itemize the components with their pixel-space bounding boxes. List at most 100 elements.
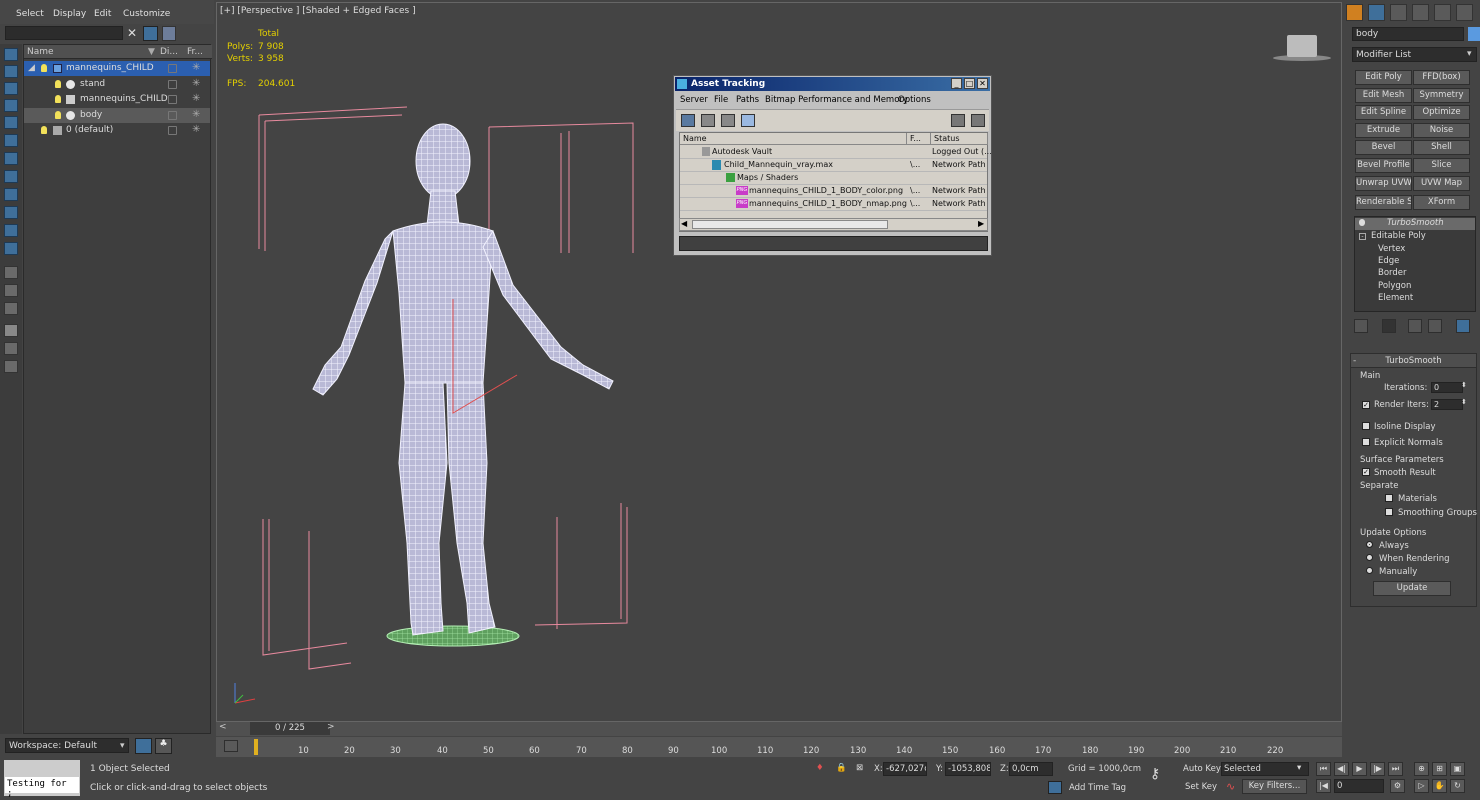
configure-sets-icon[interactable] bbox=[1456, 319, 1470, 333]
scroll-thumb[interactable] bbox=[692, 220, 888, 229]
add-time-tag[interactable]: Add Time Tag bbox=[1069, 783, 1126, 793]
shell-button[interactable]: Shell bbox=[1413, 140, 1470, 155]
menu-edit[interactable]: Edit bbox=[94, 9, 111, 19]
tree-row[interactable]: mannequins_CHILD ✳ bbox=[24, 92, 210, 107]
symmetry-button[interactable]: Symmetry bbox=[1413, 88, 1470, 103]
current-frame-field[interactable]: 0 bbox=[1334, 779, 1384, 793]
manually-radio[interactable] bbox=[1366, 567, 1373, 574]
update-button[interactable]: Update bbox=[1373, 581, 1451, 596]
scene-search-input[interactable] bbox=[5, 26, 123, 40]
display-all-icon[interactable] bbox=[4, 65, 18, 78]
menu-display[interactable]: Display bbox=[53, 9, 86, 19]
spinner-arrows-icon[interactable]: ⬍ bbox=[1461, 398, 1467, 406]
menu-file[interactable]: File bbox=[714, 95, 728, 105]
column-name[interactable]: Name bbox=[27, 47, 54, 57]
zoom-extents-icon[interactable]: ▣ bbox=[1450, 762, 1465, 776]
iterations-spinner[interactable]: 0 bbox=[1431, 382, 1463, 393]
stack-item-element[interactable]: Element bbox=[1355, 293, 1475, 305]
play-icon[interactable]: ▶ bbox=[1352, 762, 1367, 776]
display-box-icon[interactable] bbox=[168, 64, 177, 73]
hierarchy-mode-icon[interactable]: ♣ bbox=[155, 738, 172, 754]
object-name-field[interactable]: body bbox=[1352, 27, 1464, 41]
key-mode-icon[interactable]: |◀ bbox=[1316, 779, 1331, 793]
x-coordinate-field[interactable]: -627,027cr bbox=[883, 762, 927, 776]
xform-button[interactable]: XForm bbox=[1413, 195, 1470, 210]
tree-row[interactable]: stand ✳ bbox=[24, 77, 210, 92]
remove-modifier-icon[interactable] bbox=[1428, 319, 1442, 333]
render-iters-checkbox[interactable]: ✓ bbox=[1362, 401, 1370, 409]
stack-item-editable-poly[interactable]: - Editable Poly bbox=[1355, 231, 1475, 243]
camera-filter-icon[interactable] bbox=[4, 152, 18, 165]
settings-list-icon[interactable] bbox=[4, 360, 18, 373]
display-box-icon[interactable] bbox=[168, 126, 177, 135]
group-filter-icon[interactable] bbox=[4, 206, 18, 219]
prev-frame-icon[interactable]: < bbox=[219, 722, 227, 732]
table-view-icon[interactable] bbox=[721, 114, 735, 127]
light-bulb-icon[interactable] bbox=[55, 95, 61, 103]
bone-filter-icon[interactable] bbox=[4, 242, 18, 255]
freeze-icon[interactable]: ✳ bbox=[192, 93, 200, 104]
slice-button[interactable]: Slice bbox=[1413, 158, 1470, 173]
tree-row[interactable]: ◢ mannequins_CHILD ✳ bbox=[24, 61, 210, 76]
shape-filter-icon[interactable] bbox=[4, 116, 18, 129]
display-invert-icon[interactable] bbox=[4, 82, 18, 95]
lock-icon[interactable]: 🔒 bbox=[836, 763, 847, 773]
funnel-icon[interactable] bbox=[4, 324, 18, 337]
freeze-icon[interactable]: ✳ bbox=[192, 62, 200, 73]
curve-icon[interactable]: ∿ bbox=[1226, 780, 1235, 793]
orbit-icon[interactable]: ↻ bbox=[1450, 779, 1465, 793]
display-tab-icon[interactable] bbox=[1434, 4, 1451, 21]
light-bulb-icon[interactable] bbox=[41, 126, 47, 134]
always-radio[interactable] bbox=[1366, 541, 1373, 548]
zoom-icon[interactable]: ⊕ bbox=[1414, 762, 1429, 776]
display-box-icon[interactable] bbox=[168, 95, 177, 104]
z-coordinate-field[interactable]: 0,0cm bbox=[1009, 762, 1053, 776]
pan-icon[interactable]: ✋ bbox=[1432, 779, 1447, 793]
display-box-icon[interactable] bbox=[168, 80, 177, 89]
next-frame-icon[interactable]: |▶ bbox=[1370, 762, 1385, 776]
key-selection-dropdown[interactable]: Selected bbox=[1221, 762, 1309, 776]
edit-mesh-button[interactable]: Edit Mesh bbox=[1355, 88, 1412, 103]
stack-item-border[interactable]: Border bbox=[1355, 268, 1475, 280]
collapse-arrow-icon[interactable]: ◢ bbox=[28, 63, 35, 73]
adaptive-degradation-icon[interactable] bbox=[1048, 781, 1062, 794]
freeze-icon[interactable]: ✳ bbox=[192, 124, 200, 135]
unwrap-uvw-button[interactable]: Unwrap UVW bbox=[1355, 176, 1412, 191]
auto-key-button[interactable]: Auto Key bbox=[1183, 764, 1221, 774]
time-configuration-icon[interactable]: ⚙ bbox=[1390, 779, 1405, 793]
body-mesh[interactable] bbox=[312, 123, 614, 636]
field-of-view-icon[interactable]: ▷ bbox=[1414, 779, 1429, 793]
column-status[interactable]: Status bbox=[931, 133, 988, 145]
bulb-icon[interactable] bbox=[1359, 219, 1365, 226]
menu-customize[interactable]: Customize bbox=[123, 9, 170, 19]
path-field[interactable] bbox=[679, 236, 988, 251]
previous-frame-icon[interactable]: ◀| bbox=[1334, 762, 1349, 776]
smooth-result-checkbox[interactable]: ✓ bbox=[1362, 468, 1370, 476]
menu-paths[interactable]: Paths bbox=[736, 95, 759, 105]
light-bulb-icon[interactable] bbox=[55, 111, 61, 119]
modifier-list-dropdown[interactable]: Modifier List ▾ bbox=[1352, 47, 1477, 62]
create-tab-icon[interactable] bbox=[1346, 4, 1363, 21]
display-box-icon[interactable] bbox=[168, 111, 177, 120]
isoline-checkbox[interactable] bbox=[1362, 422, 1370, 430]
list-icon[interactable] bbox=[4, 266, 18, 279]
layers-icon[interactable] bbox=[162, 26, 176, 41]
geometry-filter-icon[interactable] bbox=[4, 99, 18, 112]
asset-tracking-window[interactable]: Asset Tracking _ □ ✕ Server File Paths B… bbox=[673, 75, 992, 256]
filter-icon[interactable] bbox=[143, 26, 158, 41]
object-color-swatch[interactable] bbox=[1468, 27, 1480, 41]
materials-checkbox[interactable] bbox=[1385, 494, 1393, 502]
show-end-result-icon[interactable] bbox=[1382, 319, 1396, 333]
explicit-normals-checkbox[interactable] bbox=[1362, 438, 1370, 446]
rollout-title[interactable]: TurboSmooth bbox=[1351, 354, 1476, 368]
xref-filter-icon[interactable] bbox=[4, 224, 18, 237]
edit-spline-button[interactable]: Edit Spline bbox=[1355, 105, 1412, 120]
table-row[interactable]: Autodesk Vault Logged Out (... bbox=[680, 146, 992, 159]
table-row[interactable]: Child_Mannequin_vray.max \... Network Pa… bbox=[680, 159, 987, 172]
collapse-box-icon[interactable]: - bbox=[1359, 233, 1366, 240]
menu-server[interactable]: Server bbox=[680, 95, 708, 105]
mini-curve-editor-icon[interactable] bbox=[224, 740, 238, 752]
current-frame-marker[interactable] bbox=[254, 739, 258, 755]
render-iters-spinner[interactable]: 2 bbox=[1431, 399, 1463, 410]
scroll-right-icon[interactable]: ▶ bbox=[978, 219, 984, 228]
